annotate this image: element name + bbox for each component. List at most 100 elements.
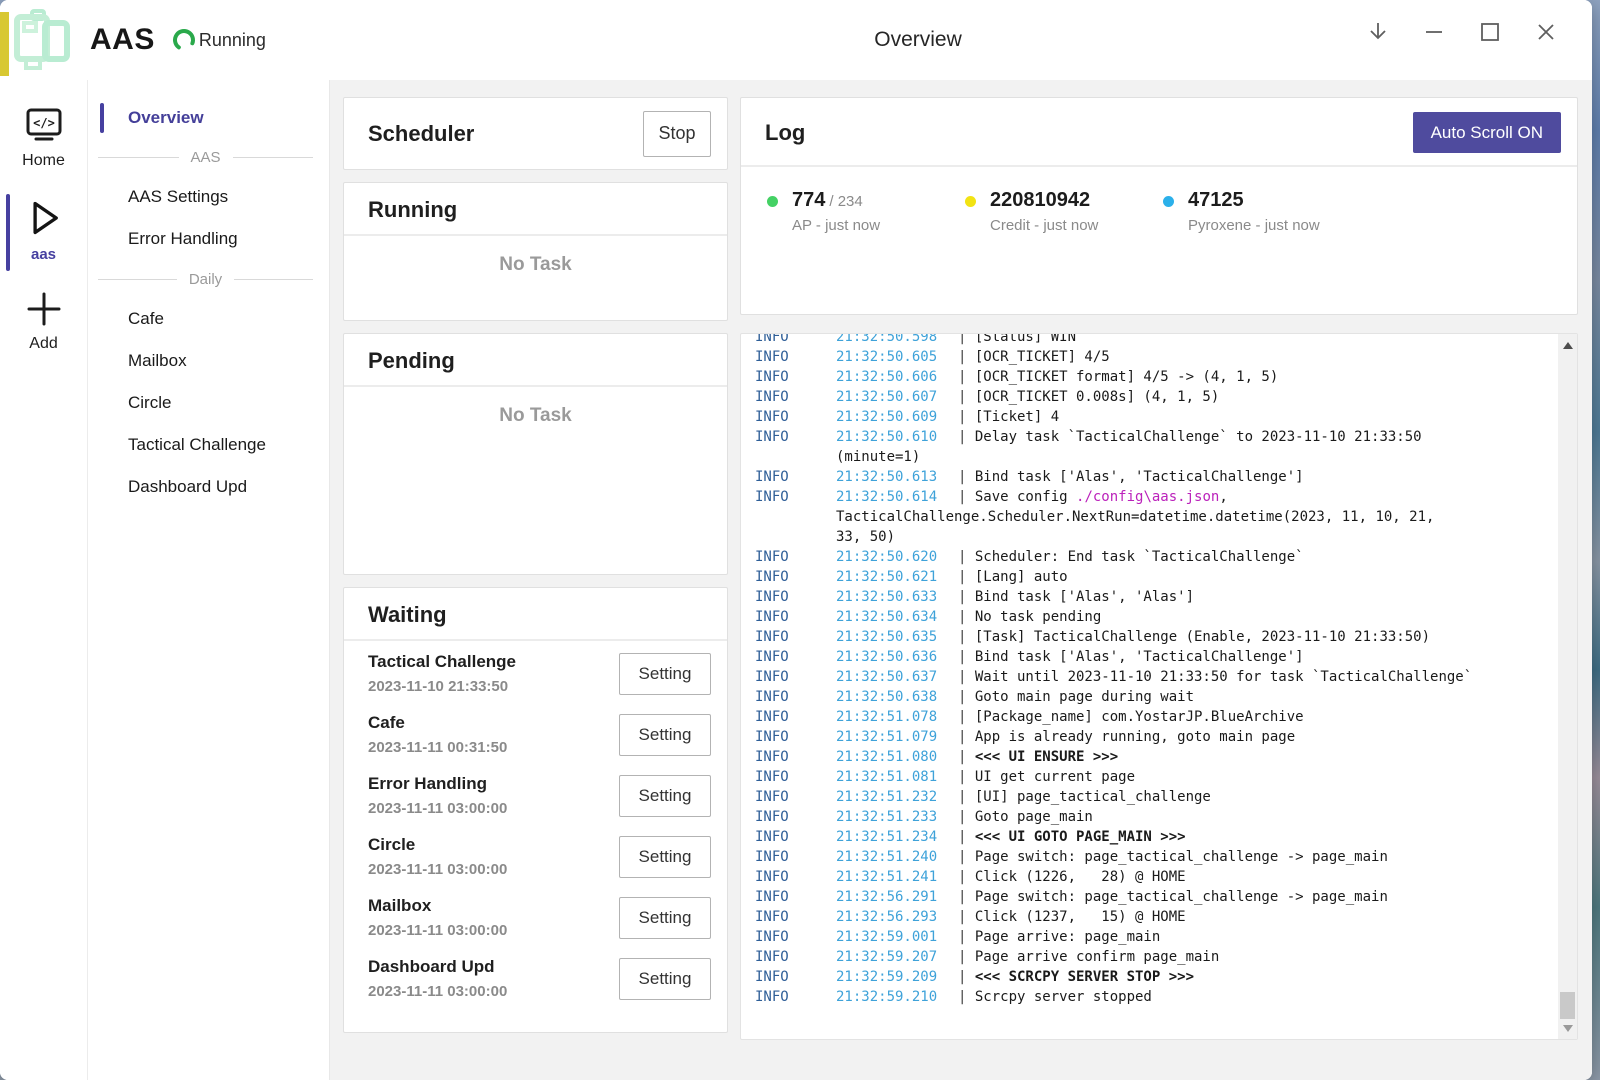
log-entry: INFO21:32:51.079| App is already running… (755, 727, 1554, 747)
nav-active-indicator (100, 429, 104, 461)
stat-value: 774 (792, 189, 825, 211)
task-setting-button[interactable]: Setting (619, 775, 711, 817)
nav-active-indicator (100, 387, 104, 419)
waiting-task-name: Mailbox (368, 896, 619, 916)
nav-active-indicator (100, 103, 104, 133)
nav-group-label: Daily (189, 271, 222, 288)
pending-title: Pending (368, 348, 703, 374)
log-entry: INFO21:32:50.598| [Status] WIN (755, 334, 1554, 347)
nav-active-indicator (100, 181, 104, 213)
rail-add-label: Add (29, 335, 57, 353)
log-entry: INFO21:32:50.614| Save config ./config\a… (755, 487, 1554, 547)
task-setting-button[interactable]: Setting (619, 653, 711, 695)
rail-item-aas[interactable]: aas (0, 192, 87, 273)
log-entry: INFO21:32:50.637| Wait until 2023-11-10 … (755, 667, 1554, 687)
task-setting-button[interactable]: Setting (619, 897, 711, 939)
nav-item-cafe[interactable]: Cafe (88, 298, 329, 340)
task-setting-button[interactable]: Setting (619, 714, 711, 756)
log-entry: INFO21:32:50.636| Bind task ['Alas', 'Ta… (755, 647, 1554, 667)
nav-item-error-handling[interactable]: Error Handling (88, 218, 329, 260)
nav-item-dashboard-upd[interactable]: Dashboard Upd (88, 466, 329, 508)
task-setting-button[interactable]: Setting (619, 958, 711, 1000)
waiting-task-row: Dashboard Upd 2023-11-11 03:00:00 Settin… (368, 948, 711, 1009)
nav-item-aas-settings[interactable]: AAS Settings (88, 176, 329, 218)
running-card: Running No Task (343, 182, 728, 321)
waiting-task-next-run: 2023-11-11 03:00:00 (368, 800, 619, 817)
waiting-task-name: Circle (368, 835, 619, 855)
nav-item-label: Overview (128, 108, 204, 128)
waiting-task-next-run: 2023-11-10 21:33:50 (368, 678, 619, 695)
log-entry: INFO21:32:50.634| No task pending (755, 607, 1554, 627)
stat-dot-icon (1163, 196, 1174, 207)
pending-card: Pending No Task (343, 333, 728, 575)
log-entry: INFO21:32:51.081| UI get current page (755, 767, 1554, 787)
waiting-task-name: Error Handling (368, 774, 619, 794)
stat-suffix: / 234 (829, 193, 862, 210)
auto-scroll-toggle-button[interactable]: Auto Scroll ON (1413, 112, 1561, 153)
dashboard-stat: 774/ 234 AP - just now (767, 189, 965, 234)
scrollbar-down-arrow[interactable] (1558, 1017, 1577, 1039)
waiting-task-next-run: 2023-11-11 00:31:50 (368, 739, 619, 756)
nav-item-label: Cafe (128, 309, 164, 329)
stat-label: Credit - just now (990, 217, 1098, 234)
log-entry: INFO21:32:51.241| Click (1226, 28) @ HOM… (755, 867, 1554, 887)
title-bar: AAS Running Overview (0, 0, 1592, 80)
rail-item-home[interactable]: </> Home (0, 100, 87, 180)
rail-item-add[interactable]: Add (0, 285, 87, 363)
stat-label: AP - just now (792, 217, 880, 234)
log-title: Log (765, 120, 1413, 146)
log-scrollbar[interactable] (1558, 334, 1577, 1039)
dashboard-stat: 47125 Pyroxene - just now (1163, 189, 1361, 234)
desktop-edge-strip (0, 12, 9, 76)
page-title: Overview (874, 28, 962, 52)
log-entry: INFO21:32:51.234| <<< UI GOTO PAGE_MAIN … (755, 827, 1554, 847)
log-entry: INFO21:32:59.209| <<< SCRCPY SERVER STOP… (755, 967, 1554, 987)
nav-group-label: AAS (191, 149, 221, 166)
scrollbar-up-arrow[interactable] (1558, 334, 1577, 356)
stat-dot-icon (965, 196, 976, 207)
waiting-task-row: Error Handling 2023-11-11 03:00:00 Setti… (368, 765, 711, 826)
log-entry: INFO21:32:51.078| [Package_name] com.Yos… (755, 707, 1554, 727)
active-indicator-bar (6, 194, 10, 271)
stat-dot-icon (767, 196, 778, 207)
task-setting-button[interactable]: Setting (619, 836, 711, 878)
log-entry: INFO21:32:50.605| [OCR_TICKET] 4/5 (755, 347, 1554, 367)
waiting-task-row: Circle 2023-11-11 03:00:00 Setting (368, 826, 711, 887)
waiting-task-name: Tactical Challenge (368, 652, 619, 672)
waiting-task-row: Tactical Challenge 2023-11-10 21:33:50 S… (368, 643, 711, 704)
svg-text:</>: </> (33, 116, 55, 130)
nav-item-mailbox[interactable]: Mailbox (88, 340, 329, 382)
nav-item-circle[interactable]: Circle (88, 382, 329, 424)
scheduler-stop-button[interactable]: Stop (643, 111, 711, 157)
stat-value: 220810942 (990, 189, 1090, 211)
scheduler-status-text: Running (199, 30, 266, 51)
maximize-button[interactable] (1462, 4, 1518, 60)
log-entry: INFO21:32:50.638| Goto main page during … (755, 687, 1554, 707)
scrollbar-thumb[interactable] (1560, 992, 1575, 1019)
nav-item-tactical-challenge[interactable]: Tactical Challenge (88, 424, 329, 466)
nav-group-divider: AAS (88, 138, 329, 176)
overview-main: Scheduler Stop Running No Task Pending N… (330, 80, 1592, 1080)
rail-home-label: Home (22, 152, 65, 170)
minimize-button[interactable] (1406, 4, 1462, 60)
waiting-task-next-run: 2023-11-11 03:00:00 (368, 922, 619, 939)
pending-empty-text: No Task (344, 405, 727, 427)
download-update-button[interactable] (1350, 4, 1406, 60)
log-view: INFO21:32:50.598| [Status] WININFO21:32:… (740, 333, 1578, 1040)
waiting-task-row: Mailbox 2023-11-11 03:00:00 Setting (368, 887, 711, 948)
nav-item-overview[interactable]: Overview (88, 98, 329, 138)
nav-active-indicator (100, 345, 104, 377)
stat-value: 47125 (1188, 189, 1244, 211)
rail-aas-label: aas (31, 246, 56, 263)
log-entry: INFO21:32:59.207| Page arrive confirm pa… (755, 947, 1554, 967)
close-button[interactable] (1518, 4, 1574, 60)
nav-group-divider: Daily (88, 260, 329, 298)
app-window: AAS Running Overview (0, 0, 1592, 1080)
log-entry: INFO21:32:51.232| [UI] page_tactical_cha… (755, 787, 1554, 807)
plus-icon (25, 291, 63, 327)
log-entry: INFO21:32:51.080| <<< UI ENSURE >>> (755, 747, 1554, 767)
log-entry: INFO21:32:50.621| [Lang] auto (755, 567, 1554, 587)
log-entry: INFO21:32:50.607| [OCR_TICKET 0.008s] (4… (755, 387, 1554, 407)
dashboard-stat: 220810942 Credit - just now (965, 189, 1163, 234)
waiting-card: Waiting Tactical Challenge 2023-11-10 21… (343, 587, 728, 1033)
